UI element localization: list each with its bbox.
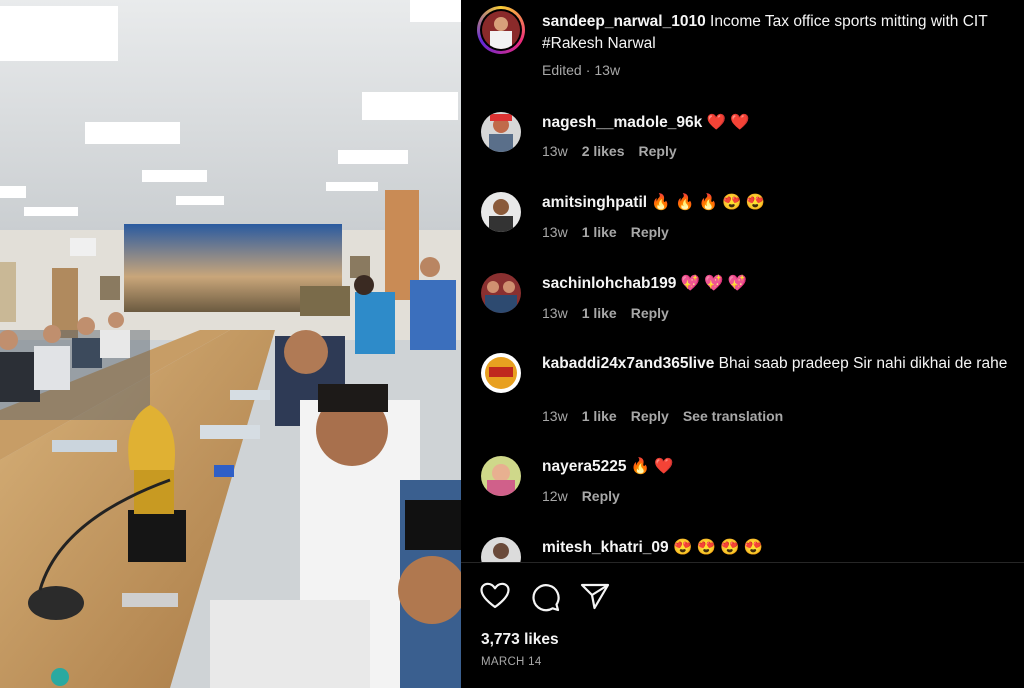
edited-label: Edited bbox=[542, 62, 582, 78]
comment-item: mitesh_khatri_09 😍 😍 😍 😍 bbox=[461, 537, 1024, 562]
commenter-avatar[interactable] bbox=[481, 537, 521, 562]
comment-username[interactable]: sachinlohchab199 bbox=[542, 275, 676, 292]
author-avatar[interactable] bbox=[477, 6, 525, 54]
post-side-panel: sandeep_narwal_1010 Income Tax office sp… bbox=[461, 0, 1024, 688]
comment-username[interactable]: nagesh__madole_96k bbox=[542, 114, 702, 131]
commenter-avatar[interactable] bbox=[481, 112, 521, 152]
comment-text: ❤️ ❤️ bbox=[706, 114, 750, 131]
comment-text: Bhai saab pradeep Sir nahi dikhai de rah… bbox=[718, 355, 1008, 372]
comment-meta: 13w 1 like Reply See translation bbox=[542, 408, 797, 424]
reply-button[interactable]: Reply bbox=[631, 408, 669, 424]
comment-likes[interactable]: 1 like bbox=[582, 408, 617, 424]
see-translation-button[interactable]: See translation bbox=[683, 408, 783, 424]
author-username[interactable]: sandeep_narwal_1010 bbox=[542, 13, 706, 30]
heart-icon bbox=[480, 582, 510, 609]
post-date: MARCH 14 bbox=[481, 656, 542, 668]
post-photo[interactable] bbox=[0, 0, 461, 688]
commenter-avatar[interactable] bbox=[481, 192, 521, 232]
section-divider bbox=[461, 562, 1024, 563]
comment-meta: 12w Reply bbox=[542, 488, 634, 504]
meeting-room-image bbox=[0, 0, 461, 688]
comment-username[interactable]: amitsinghpatil bbox=[542, 194, 647, 211]
comment-icon bbox=[532, 584, 560, 612]
comment-age: 13w bbox=[542, 305, 568, 321]
reply-button[interactable]: Reply bbox=[639, 143, 677, 159]
caption-meta: Edited · 13w bbox=[542, 62, 621, 78]
reply-button[interactable]: Reply bbox=[631, 305, 669, 321]
commenter-avatar[interactable] bbox=[481, 273, 521, 313]
likes-count[interactable]: 3,773 likes bbox=[481, 631, 559, 649]
comment-text: 😍 😍 😍 😍 bbox=[672, 539, 764, 556]
comment-button[interactable] bbox=[530, 582, 560, 612]
comment-meta: 13w 2 likes Reply bbox=[542, 143, 691, 159]
share-button[interactable] bbox=[580, 582, 610, 610]
comment-text: 🔥 ❤️ bbox=[630, 458, 674, 475]
comment-age: 12w bbox=[542, 488, 568, 504]
comment-text: 🔥 🔥 🔥 😍 😍 bbox=[651, 194, 766, 211]
comment-text: 💖 💖 💖 bbox=[680, 275, 748, 292]
post-age: 13w bbox=[594, 62, 621, 78]
comment-username[interactable]: kabaddi24x7and365live bbox=[542, 355, 714, 372]
comment-meta: 13w 1 like Reply bbox=[542, 305, 683, 321]
commenter-avatar[interactable] bbox=[481, 353, 521, 393]
comment-meta: 13w 1 like Reply bbox=[542, 224, 683, 240]
comment-age: 13w bbox=[542, 224, 568, 240]
comment-username[interactable]: nayera5225 bbox=[542, 458, 626, 475]
comment-age: 13w bbox=[542, 408, 568, 424]
reply-button[interactable]: Reply bbox=[582, 488, 620, 504]
like-button[interactable] bbox=[480, 582, 510, 610]
comment-likes[interactable]: 2 likes bbox=[582, 143, 625, 159]
comment-likes[interactable]: 1 like bbox=[582, 305, 617, 321]
comment-age: 13w bbox=[542, 143, 568, 159]
reply-button[interactable]: Reply bbox=[631, 224, 669, 240]
send-icon bbox=[580, 583, 610, 610]
commenter-avatar[interactable] bbox=[481, 456, 521, 496]
comment-username[interactable]: mitesh_khatri_09 bbox=[542, 539, 669, 556]
comment-likes[interactable]: 1 like bbox=[582, 224, 617, 240]
